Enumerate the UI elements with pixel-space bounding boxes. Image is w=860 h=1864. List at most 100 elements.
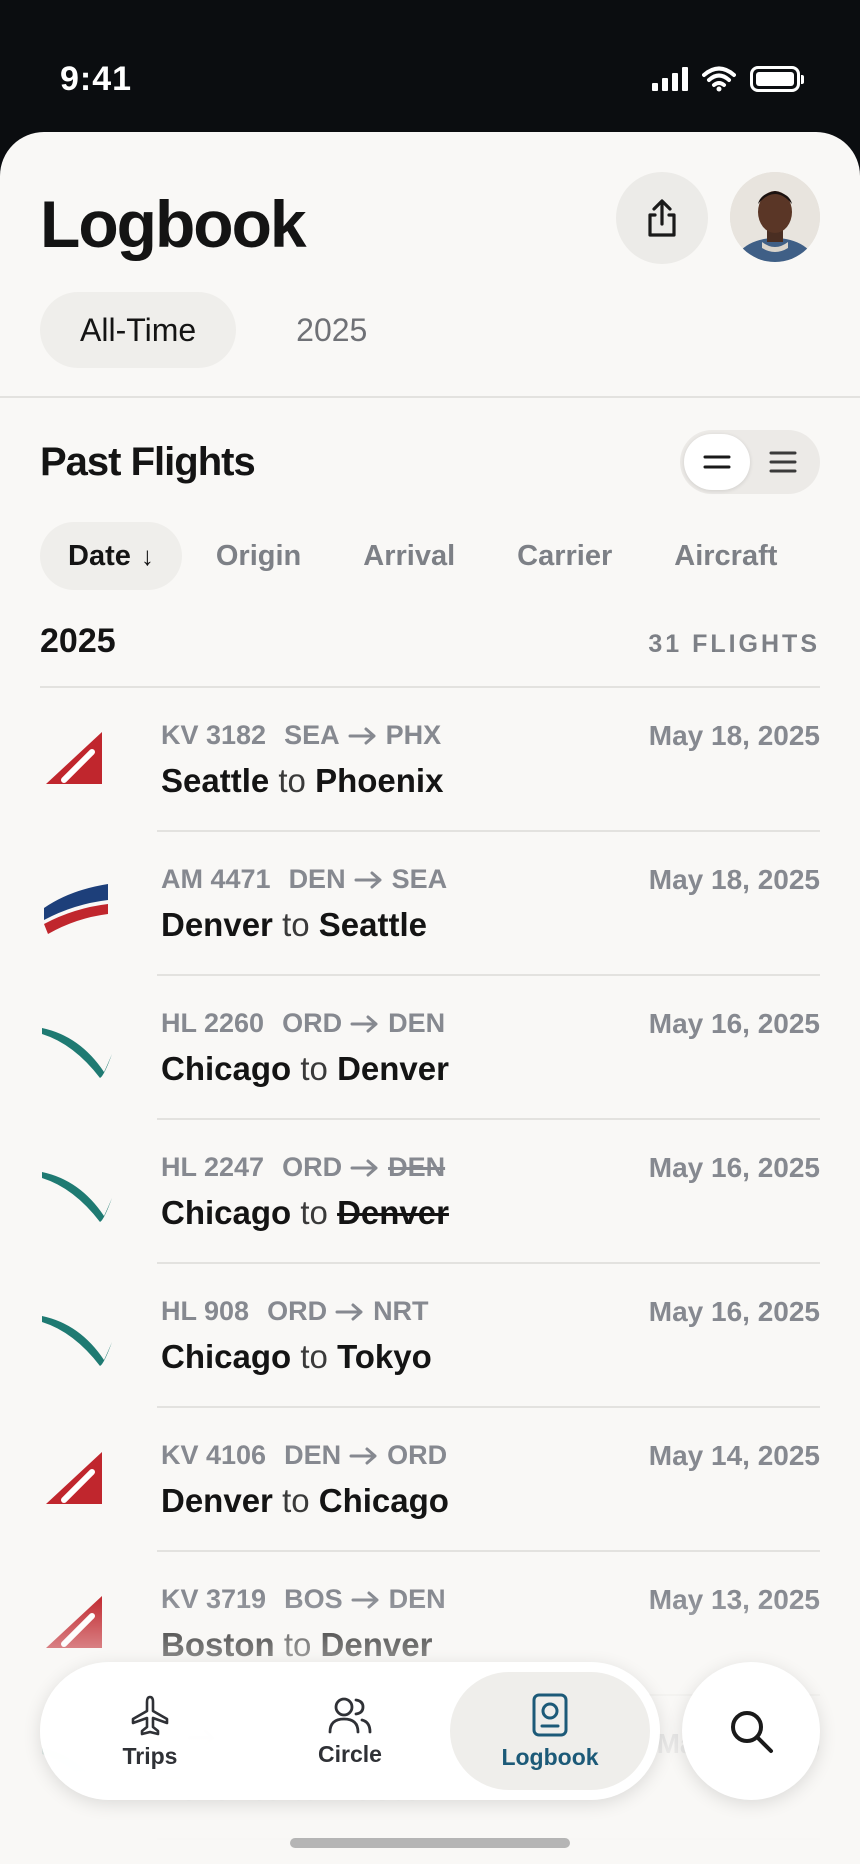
- segment-all-time[interactable]: All-Time: [40, 292, 237, 368]
- flight-meta: HL 2247 ORD DEN: [161, 1152, 445, 1183]
- tab-trips-label: Trips: [122, 1742, 178, 1769]
- flight-code: AM 4471: [161, 864, 271, 894]
- teal-swoosh-logo-icon: [40, 1158, 116, 1228]
- destination-city: Denver: [337, 1050, 449, 1087]
- sort-aircraft-chip[interactable]: Aircraft: [646, 522, 805, 590]
- flight-row[interactable]: HL 908 ORD NRT Chicago to Tokyo May 16, …: [0, 1264, 860, 1408]
- origin-city: Chicago: [161, 1338, 292, 1375]
- destination-code: ORD: [387, 1440, 448, 1470]
- destination-code: PHX: [385, 720, 442, 750]
- connector-word: to: [282, 1482, 310, 1519]
- connector-word: to: [300, 1050, 328, 1087]
- status-time: 9:41: [60, 60, 133, 98]
- arrow-down-icon: ↓: [140, 540, 154, 571]
- flight-row[interactable]: HL 2260 ORD DEN Chicago to Denver May 16…: [0, 976, 860, 1120]
- flight-code: KV 4106: [161, 1440, 267, 1470]
- flight-date: May 16, 2025: [648, 1008, 820, 1039]
- destination-city: Tokyo: [337, 1338, 432, 1375]
- avatar[interactable]: [730, 172, 820, 262]
- wifi-icon: [702, 66, 736, 92]
- destination-city: Chicago: [318, 1482, 449, 1519]
- flight-code: HL 2260: [161, 1008, 265, 1038]
- year-group-label: 2025: [40, 622, 116, 660]
- destination-city: Phoenix: [315, 762, 444, 799]
- sort-date-chip[interactable]: Date ↓: [40, 522, 182, 590]
- route-codes: DEN SEA: [289, 864, 448, 895]
- search-icon: [731, 1711, 773, 1753]
- status-bar: 9:41: [0, 0, 860, 132]
- user-avatar-image: [730, 172, 820, 262]
- route-codes: ORD DEN: [282, 1152, 445, 1183]
- connector-word: to: [300, 1194, 328, 1231]
- status-icons: [652, 66, 804, 92]
- origin-city: Chicago: [161, 1050, 292, 1087]
- flight-cities: Denver to Seattle: [161, 906, 427, 944]
- flight-date: May 14, 2025: [648, 1440, 820, 1471]
- flight-meta: KV 3182 SEA PHX: [161, 720, 441, 751]
- tab-bar: Trips Circle Logbook: [40, 1662, 660, 1800]
- time-range-segmented-control: All-Time 2025: [40, 292, 407, 368]
- arrow-right-icon: [348, 727, 376, 744]
- tab-logbook[interactable]: Logbook: [450, 1672, 650, 1790]
- people-icon: [328, 1697, 372, 1733]
- battery-icon: [750, 66, 804, 92]
- three-lines-icon: [769, 451, 797, 473]
- red-wing-logo-icon: [40, 1446, 116, 1516]
- tab-logbook-label: Logbook: [501, 1743, 599, 1770]
- logbook-sheet: Logbook All-Time 2025 Past Flights Date …: [0, 132, 860, 1864]
- teal-swoosh-logo-icon: [40, 1302, 116, 1372]
- sort-origin-chip[interactable]: Origin: [188, 522, 329, 590]
- origin-city: Denver: [161, 1482, 273, 1519]
- flight-meta: AM 4471 DEN SEA: [161, 864, 447, 895]
- flight-date: May 16, 2025: [648, 1152, 820, 1183]
- tab-trips[interactable]: Trips: [50, 1672, 250, 1790]
- route-codes: ORD DEN: [282, 1008, 445, 1039]
- origin-city: Chicago: [161, 1194, 292, 1231]
- tab-circle[interactable]: Circle: [250, 1672, 450, 1790]
- origin-city: Seattle: [161, 762, 270, 799]
- route-codes: ORD NRT: [267, 1296, 429, 1327]
- destination-city: Seattle: [318, 906, 427, 943]
- cellular-signal-icon: [652, 67, 688, 91]
- flight-cities: Chicago to Denver: [161, 1050, 449, 1088]
- flight-cities: Seattle to Phoenix: [161, 762, 443, 800]
- view-density-toggle: [680, 430, 820, 494]
- flight-row[interactable]: AM 4471 DEN SEA Denver to Seattle May 18…: [0, 832, 860, 976]
- search-button[interactable]: [682, 1662, 820, 1800]
- arrow-right-icon: [335, 1303, 363, 1320]
- sort-arrival-chip[interactable]: Arrival: [335, 522, 483, 590]
- arrow-right-icon: [349, 1447, 377, 1464]
- sort-chips: Date ↓ Origin Arrival Carrier Aircraft: [40, 522, 805, 590]
- header-divider: [0, 396, 860, 398]
- flight-code: KV 3182: [161, 720, 267, 750]
- destination-city: Denver: [337, 1194, 449, 1231]
- compact-view-button[interactable]: [684, 434, 750, 490]
- red-wing-logo-icon: [40, 726, 116, 796]
- flight-meta: KV 4106 DEN ORD: [161, 1440, 447, 1471]
- flight-row[interactable]: KV 4106 DEN ORD Denver to Chicago May 14…: [0, 1408, 860, 1552]
- sort-date-label: Date: [68, 539, 131, 572]
- two-lines-icon: [703, 455, 731, 469]
- flight-row[interactable]: KV 3182 SEA PHX Seattle to Phoenix May 1…: [0, 688, 860, 832]
- origin-code: ORD: [282, 1008, 343, 1038]
- flight-row[interactable]: HL 2247 ORD DEN Chicago to Denver May 16…: [0, 1120, 860, 1264]
- flight-meta: HL 2260 ORD DEN: [161, 1008, 445, 1039]
- destination-code: DEN: [388, 1008, 446, 1038]
- origin-code: ORD: [282, 1152, 343, 1182]
- sort-carrier-chip[interactable]: Carrier: [489, 522, 640, 590]
- flight-code: HL 2247: [161, 1152, 265, 1182]
- connector-word: to: [282, 906, 310, 943]
- segment-2025[interactable]: 2025: [256, 292, 407, 368]
- section-title: Past Flights: [40, 440, 256, 484]
- expanded-view-button[interactable]: [750, 434, 816, 490]
- flight-count: 31 FLIGHTS: [648, 630, 820, 658]
- tab-circle-label: Circle: [318, 1740, 382, 1767]
- flight-date: May 16, 2025: [648, 1296, 820, 1327]
- flight-cities: Chicago to Tokyo: [161, 1338, 432, 1376]
- flight-code: HL 908: [161, 1296, 250, 1326]
- share-icon: [648, 199, 676, 237]
- origin-code: SEA: [284, 720, 340, 750]
- arrow-right-icon: [354, 871, 382, 888]
- arrow-right-icon: [350, 1015, 378, 1032]
- share-button[interactable]: [616, 172, 708, 264]
